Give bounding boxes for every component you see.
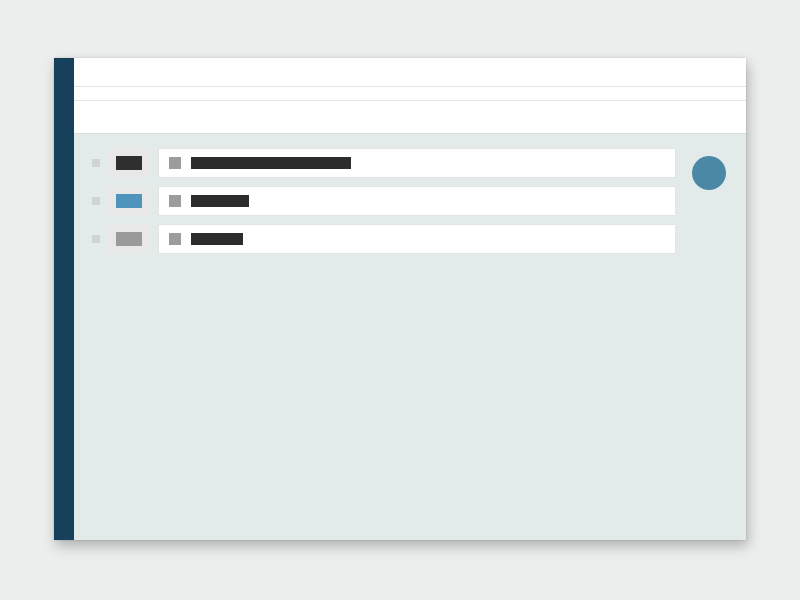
field-text (191, 157, 351, 169)
item-badge[interactable] (108, 148, 150, 178)
header (74, 58, 746, 134)
item-field[interactable] (158, 186, 676, 216)
app-window (54, 58, 746, 540)
field-icon (169, 195, 181, 207)
drag-handle-icon[interactable] (92, 235, 100, 243)
sidebar[interactable] (54, 58, 74, 540)
main-area (74, 58, 746, 540)
item-field[interactable] (158, 224, 676, 254)
header-rule (74, 86, 746, 87)
field-icon (169, 233, 181, 245)
content (74, 134, 746, 280)
drag-handle-icon[interactable] (92, 159, 100, 167)
field-icon (169, 157, 181, 169)
drag-handle-icon[interactable] (92, 197, 100, 205)
item-badge[interactable] (108, 224, 150, 254)
field-text (191, 233, 243, 245)
badge-chip (116, 232, 142, 246)
badge-chip (116, 194, 142, 208)
list-item (92, 224, 676, 254)
badge-chip (116, 156, 142, 170)
list-item (92, 186, 676, 216)
content-wrap (92, 148, 728, 254)
item-field[interactable] (158, 148, 676, 178)
list-item (92, 148, 676, 178)
item-badge[interactable] (108, 186, 150, 216)
add-button[interactable] (692, 156, 726, 190)
field-text (191, 195, 249, 207)
header-rule (74, 100, 746, 101)
